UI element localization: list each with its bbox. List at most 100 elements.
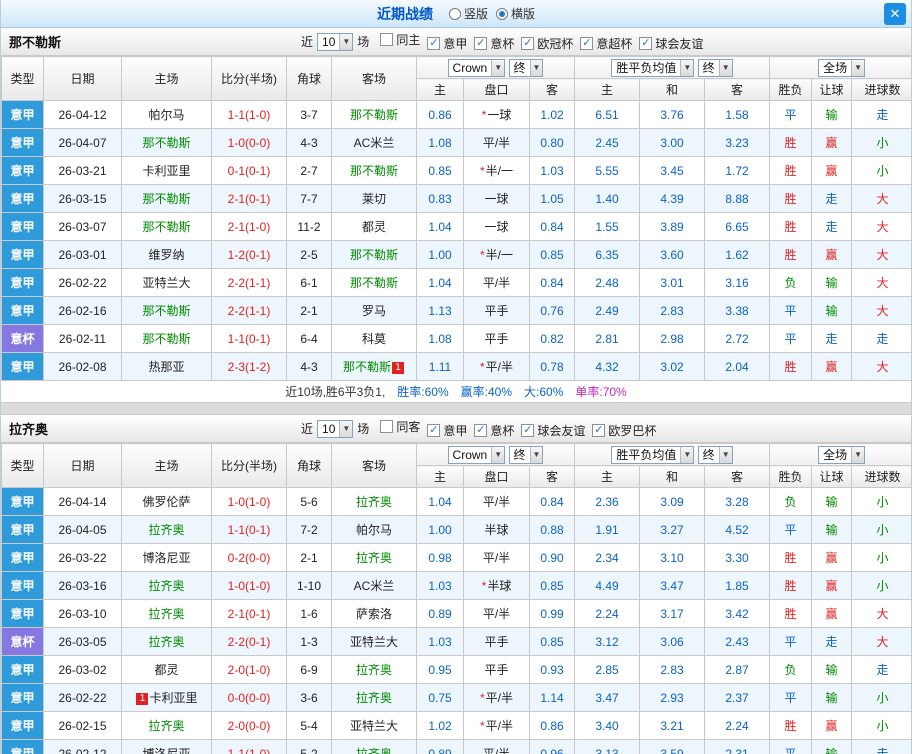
- chevron-down-icon: ▼: [339, 420, 353, 437]
- avg-draw-cell: 3.09: [639, 487, 705, 516]
- checkbox-checked[interactable]: ✓: [592, 424, 606, 437]
- final-odds-select[interactable]: 终 ▼: [508, 445, 544, 464]
- competition-filter-group: 同主 ✓ 意甲 ✓ 意杯 ✓ 欧冠杯 ✓ 意超杯 ✓ 球会友谊: [373, 31, 703, 52]
- layout-options: 竖版 横版: [441, 5, 535, 22]
- away-odds-cell: 0.99: [529, 599, 575, 628]
- score-cell: 2-0(0-0): [211, 711, 287, 740]
- checkbox-checked[interactable]: ✓: [474, 37, 488, 50]
- games-label: 场: [357, 422, 370, 436]
- handicap-result-cell: 赢: [811, 156, 853, 185]
- goals-result-cell: 大: [851, 212, 911, 241]
- avg-odds-select[interactable]: 胜平负均值 ▼: [611, 58, 695, 77]
- match-date: 26-03-07: [43, 212, 122, 241]
- away-team-cell: 那不勒斯: [331, 100, 417, 129]
- away-odds-cell: 0.76: [529, 296, 575, 325]
- bookmaker-select[interactable]: Crown ▼: [447, 445, 506, 464]
- table-row: 意甲 26-03-15 那不勒斯 2-1(0-1) 7-7 莱切 0.83 一球 1.05 1.4…: [1, 184, 911, 213]
- scope-select[interactable]: 全场 ▼: [818, 445, 865, 464]
- final-odds-select-2[interactable]: 终 ▼: [697, 58, 733, 77]
- result-cell: 胜: [769, 128, 813, 157]
- checkbox-checked[interactable]: ✓: [639, 37, 653, 50]
- checkbox-label: 球会友谊: [655, 37, 704, 51]
- checkbox-label: 同主: [396, 33, 421, 47]
- match-count-select[interactable]: 10 ▼: [317, 419, 354, 438]
- away-team-cell: 亚特兰大: [331, 711, 417, 740]
- favorite-star-icon: *: [479, 360, 485, 374]
- competition-type: 意甲: [1, 156, 44, 185]
- chevron-down-icon: ▼: [718, 59, 732, 76]
- goals-result-cell: 走: [851, 100, 911, 129]
- summary-row: 近10场,胜6平3负1, 胜率:60% 赢率:40% 大:60% 单率:70%: [1, 381, 911, 403]
- avg-draw-cell: 3.89: [639, 212, 705, 241]
- goals-result-cell: 大: [851, 268, 911, 297]
- result-cell: 胜: [769, 711, 813, 740]
- vertical-layout-label[interactable]: 竖版: [464, 5, 488, 22]
- handicap-result-cell: 赢: [811, 571, 853, 600]
- table-row: 意甲 26-04-05 拉齐奥 1-1(0-1) 7-2 帕尔马 1.00 半球 0.88 1.9…: [1, 515, 911, 544]
- final-odds-select-2[interactable]: 终 ▼: [697, 445, 733, 464]
- goals-result-cell: 小: [851, 711, 911, 740]
- horizontal-layout-label[interactable]: 横版: [511, 5, 535, 22]
- match-date: 26-04-12: [43, 100, 122, 129]
- score-cell: 0-2(0-0): [211, 543, 287, 572]
- away-team-cell: 拉齐奥: [331, 739, 417, 754]
- checkbox-checked[interactable]: ✓: [580, 37, 594, 50]
- horizontal-layout-radio[interactable]: [496, 7, 508, 20]
- result-cell: 平: [769, 515, 813, 544]
- avg-away-cell: 3.16: [703, 268, 771, 297]
- chevron-down-icon: ▼: [718, 446, 732, 463]
- avg-draw-cell: 3.06: [639, 627, 705, 656]
- goals-result-cell: 大: [851, 599, 911, 628]
- avg-away-cell: 3.38: [703, 296, 771, 325]
- checkbox[interactable]: [380, 33, 394, 46]
- col-away: 客场: [331, 56, 417, 101]
- avg-draw-cell: 2.83: [639, 296, 705, 325]
- corners-cell: 6-9: [286, 655, 332, 684]
- avg-odds-select[interactable]: 胜平负均值 ▼: [611, 445, 695, 464]
- checkbox-checked[interactable]: ✓: [427, 424, 441, 437]
- result-cell: 胜: [769, 212, 813, 241]
- checkbox-label: 意甲: [443, 37, 468, 51]
- final-odds-select[interactable]: 终 ▼: [508, 58, 544, 77]
- vertical-layout-radio[interactable]: [448, 7, 461, 20]
- handicap-cell: 平/半: [463, 599, 530, 628]
- score-cell: 1-2(0-1): [211, 240, 287, 269]
- checkbox-checked[interactable]: ✓: [427, 37, 441, 50]
- checkbox-checked[interactable]: ✓: [474, 424, 488, 437]
- avg-away-cell: 2.87: [703, 655, 771, 684]
- col-result: 胜负: [769, 78, 813, 101]
- handicap-cell: 平/半: [463, 739, 530, 754]
- summary-stat: 胜率:60%: [397, 385, 449, 399]
- home-team-cell: 亚特兰大: [121, 268, 212, 297]
- favorite-star-icon: *: [479, 248, 485, 262]
- checkbox-checked[interactable]: ✓: [521, 37, 535, 50]
- scope-filter-cell: 全场 ▼: [769, 443, 911, 466]
- match-date: 26-03-10: [43, 599, 122, 628]
- col-avg-away: 客: [703, 465, 771, 488]
- table-row: 意杯 26-02-11 那不勒斯 1-1(0-1) 6-4 科莫 1.08 平手 0.82 2.8…: [1, 324, 911, 353]
- corners-cell: 7-7: [286, 184, 332, 213]
- scope-select[interactable]: 全场 ▼: [818, 58, 865, 77]
- napoli-section: 那不勒斯 近 10 ▼ 场 同主 ✓ 意甲 ✓ 意杯 ✓ 欧冠杯 ✓ 意超杯 ✓ 球会友谊 类型 日期…: [1, 28, 911, 403]
- competition-type: 意甲: [1, 184, 44, 213]
- score-cell: 1-1(0-1): [211, 324, 287, 353]
- col-avg-away: 客: [703, 78, 771, 101]
- handicap-result-cell: 输: [811, 268, 853, 297]
- competition-type: 意甲: [1, 352, 44, 381]
- games-label: 场: [357, 35, 370, 49]
- table-row: 意甲 26-02-16 那不勒斯 2-2(1-1) 2-1 罗马 1.13 平手 0.76 2.4…: [1, 296, 911, 325]
- matches-table: 类型 日期 主场 比分(半场) 角球 客场 Crown ▼ 终 ▼ 胜平负均值 ▼ 终…: [1, 56, 911, 381]
- match-date: 26-02-12: [43, 739, 122, 754]
- checkbox-checked[interactable]: ✓: [521, 424, 535, 437]
- competition-type: 意甲: [1, 268, 44, 297]
- result-cell: 胜: [769, 352, 813, 381]
- checkbox[interactable]: [380, 420, 394, 433]
- close-icon[interactable]: ✕: [884, 3, 906, 25]
- match-count-select[interactable]: 10 ▼: [317, 32, 354, 51]
- handicap-result-cell: 走: [811, 212, 853, 241]
- competition-type: 意甲: [1, 128, 44, 157]
- result-cell: 胜: [769, 599, 813, 628]
- table-row: 意甲 26-03-01 维罗纳 1-2(0-1) 2-5 那不勒斯 1.00 *半/一 0.85…: [1, 240, 911, 269]
- bookmaker-select[interactable]: Crown ▼: [447, 58, 506, 77]
- corners-cell: 1-10: [286, 571, 332, 600]
